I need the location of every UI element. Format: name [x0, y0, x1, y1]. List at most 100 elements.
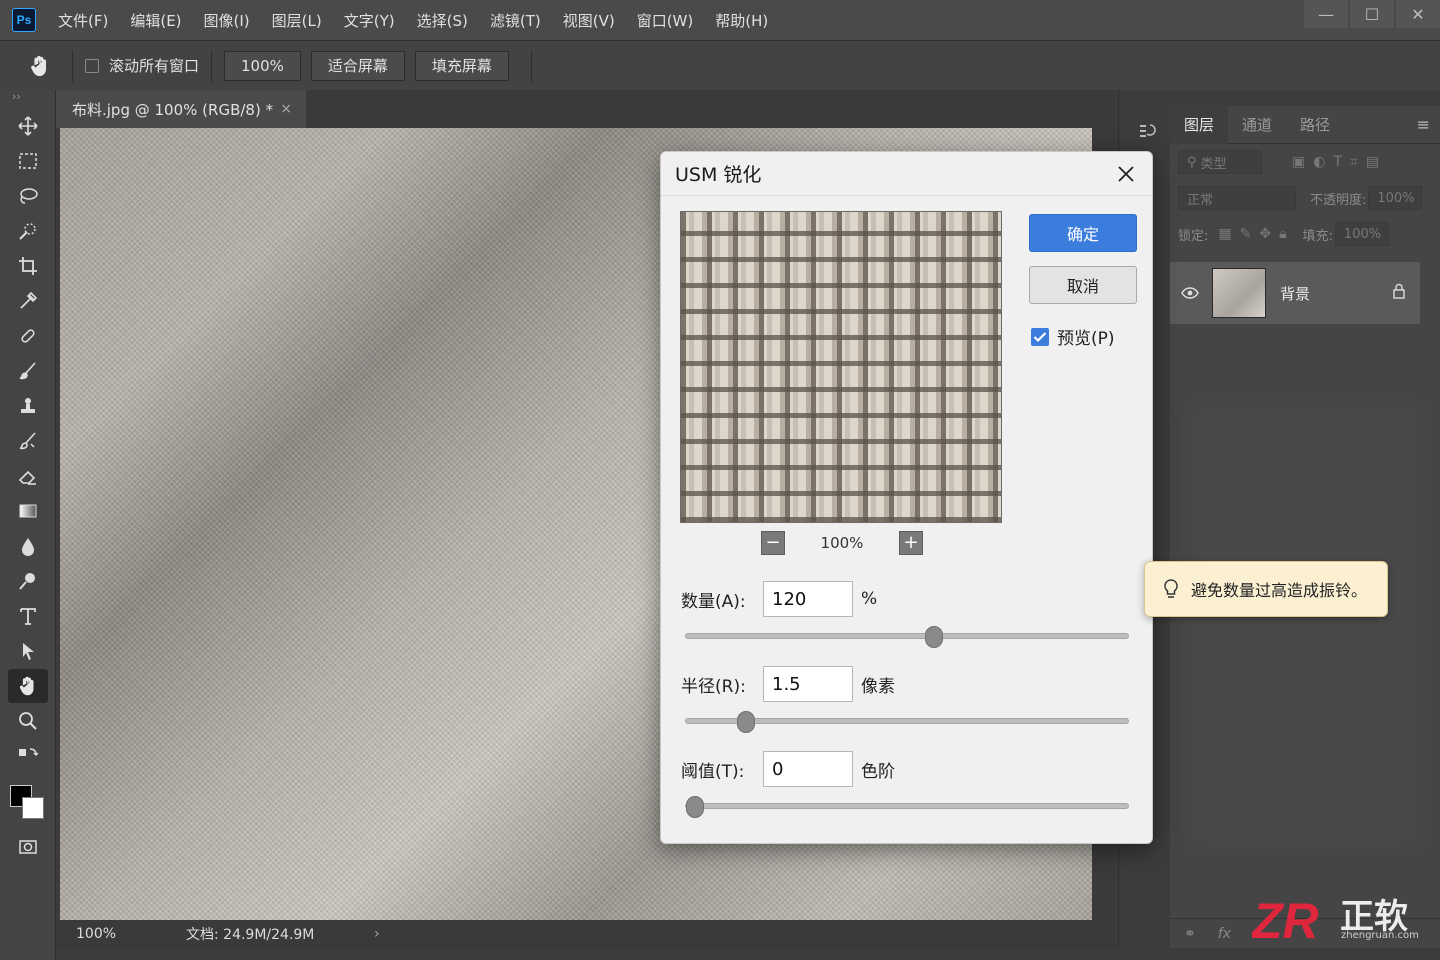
menu-window[interactable]: 窗口(W): [637, 10, 694, 31]
threshold-input[interactable]: 0: [763, 751, 853, 787]
document-tab[interactable]: 布料.jpg @ 100% (RGB/8) * ×: [56, 90, 306, 128]
zoom-out-button[interactable]: −: [761, 531, 785, 555]
eyedropper-tool-icon[interactable]: [8, 284, 48, 318]
amount-unit: %: [861, 589, 878, 609]
color-swatches[interactable]: [0, 779, 55, 829]
gradient-tool-icon[interactable]: [8, 494, 48, 528]
eraser-tool-icon[interactable]: [8, 459, 48, 493]
visibility-eye-icon[interactable]: [1170, 287, 1210, 299]
menu-filter[interactable]: 滤镜(T): [490, 10, 541, 31]
amount-slider-knob[interactable]: [924, 626, 943, 648]
preview-zoom-value: 100%: [820, 534, 864, 552]
healing-brush-tool-icon[interactable]: [8, 319, 48, 353]
layer-row-background[interactable]: 背景: [1170, 262, 1420, 324]
menu-list: 文件(F) 编辑(E) 图像(I) 图层(L) 文字(Y) 选择(S) 滤镜(T…: [58, 10, 790, 31]
filter-kind-select[interactable]: ⚲ 类型: [1178, 150, 1262, 174]
crop-tool-icon[interactable]: [8, 249, 48, 283]
status-menu-arrow[interactable]: ›: [374, 926, 380, 942]
menu-edit[interactable]: 编辑(E): [130, 10, 181, 31]
lasso-tool-icon[interactable]: [8, 179, 48, 213]
empty-layers-area: [1190, 406, 1420, 846]
history-panel-icon[interactable]: [1137, 122, 1157, 146]
lock-label: 锁定:: [1178, 228, 1209, 244]
type-tool-icon[interactable]: [8, 599, 48, 633]
ok-button[interactable]: 确定: [1029, 214, 1137, 252]
menu-file[interactable]: 文件(F): [58, 10, 108, 31]
collapse-icon[interactable]: ››: [0, 90, 55, 108]
scroll-all-checkbox[interactable]: [85, 58, 99, 73]
separator: [530, 49, 532, 82]
radius-input[interactable]: 1.5: [763, 666, 853, 702]
brush-tool-icon[interactable]: [8, 354, 48, 388]
layer-name[interactable]: 背景: [1280, 283, 1310, 304]
marquee-tool-icon[interactable]: [8, 144, 48, 178]
tools-panel: ››: [0, 90, 56, 960]
tab-paths[interactable]: 路径: [1286, 106, 1344, 144]
status-bar: 100% 文档: 24.9M/24.9M ›: [56, 920, 1116, 948]
move-tool-icon[interactable]: [8, 109, 48, 143]
document-tabs: 布料.jpg @ 100% (RGB/8) * ×: [56, 90, 1116, 128]
radius-label: 半径(R):: [681, 676, 746, 697]
radius-unit: 像素: [861, 676, 895, 697]
radius-slider-knob[interactable]: [736, 711, 755, 733]
menu-layer[interactable]: 图层(L): [272, 10, 322, 31]
filter-icons[interactable]: ▣◐T⌗▤: [1292, 154, 1387, 170]
quick-mask-icon[interactable]: [8, 830, 48, 864]
blur-tool-icon[interactable]: [8, 529, 48, 563]
path-selection-tool-icon[interactable]: [8, 634, 48, 668]
lock-row: 锁定: ▦✎✥🔒︎ 填充: 100%: [1170, 216, 1440, 252]
menu-type[interactable]: 文字(Y): [344, 10, 395, 31]
dodge-tool-icon[interactable]: [8, 564, 48, 598]
separator: [211, 49, 213, 82]
close-tab-icon[interactable]: ×: [280, 101, 292, 117]
menu-image[interactable]: 图像(I): [204, 10, 250, 31]
preview-label: 预览(P): [1057, 329, 1115, 349]
blend-mode-select[interactable]: 正常: [1178, 186, 1296, 210]
opacity-input[interactable]: 100%: [1368, 186, 1423, 210]
status-doc-info: 文档: 24.9M/24.9M: [186, 927, 315, 943]
zoom-tool-icon[interactable]: [8, 704, 48, 738]
history-brush-tool-icon[interactable]: [8, 424, 48, 458]
zoom-in-button[interactable]: +: [898, 531, 923, 555]
hand-tool-preset-icon[interactable]: [20, 46, 60, 86]
cancel-button[interactable]: 取消: [1029, 266, 1137, 304]
tab-channels[interactable]: 通道: [1228, 106, 1286, 144]
dialog-close-icon[interactable]: [1114, 162, 1138, 186]
preview-checkbox[interactable]: [1031, 327, 1049, 346]
maximize-button[interactable]: ☐: [1350, 0, 1394, 28]
watermark-url: zhengruan.com: [1341, 930, 1419, 941]
panel-menu-icon[interactable]: ≡: [1417, 115, 1430, 134]
link-icon[interactable]: ⚭: [1184, 926, 1196, 942]
close-button[interactable]: ✕: [1396, 0, 1440, 28]
zoom-100-button[interactable]: 100%: [224, 50, 301, 81]
layers-panel: 图层 通道 路径 ≡ ⚲ 类型 ▣◐T⌗▤ 正常 不透明度: 100% 锁定: …: [1170, 105, 1440, 948]
fx-icon[interactable]: fx: [1218, 926, 1231, 942]
hint-tooltip: 避免数量过高造成振铃。: [1144, 561, 1388, 617]
swap-colors-icon[interactable]: [8, 739, 48, 773]
filter-preview-image[interactable]: [680, 211, 1002, 523]
preview-checkbox-row[interactable]: 预览(P): [1031, 324, 1115, 349]
background-color[interactable]: [22, 797, 44, 819]
threshold-slider[interactable]: [685, 796, 1129, 818]
menu-help[interactable]: 帮助(H): [715, 10, 768, 31]
menu-select[interactable]: 选择(S): [417, 10, 468, 31]
opacity-label: 不透明度:: [1310, 192, 1367, 208]
lock-icons[interactable]: ▦✎✥🔒︎: [1218, 226, 1294, 242]
fit-screen-button[interactable]: 适合屏幕: [310, 50, 405, 81]
clone-stamp-tool-icon[interactable]: [8, 389, 48, 423]
threshold-slider-knob[interactable]: [685, 796, 704, 818]
minimize-button[interactable]: —: [1304, 0, 1348, 28]
tab-layers[interactable]: 图层: [1170, 105, 1229, 144]
amount-row: 数量(A): 120 %: [681, 581, 877, 617]
quick-selection-tool-icon[interactable]: [8, 214, 48, 248]
threshold-unit: 色阶: [861, 761, 895, 782]
status-zoom[interactable]: 100%: [76, 926, 186, 942]
amount-input[interactable]: 120: [763, 581, 853, 617]
fill-input[interactable]: 100%: [1334, 222, 1389, 246]
amount-slider[interactable]: [685, 626, 1129, 648]
preview-zoom-controls: − 100% +: [761, 530, 923, 556]
menu-view[interactable]: 视图(V): [563, 10, 615, 31]
radius-slider[interactable]: [685, 711, 1129, 733]
hand-tool-icon[interactable]: [8, 669, 48, 703]
fill-screen-button[interactable]: 填充屏幕: [414, 50, 509, 81]
